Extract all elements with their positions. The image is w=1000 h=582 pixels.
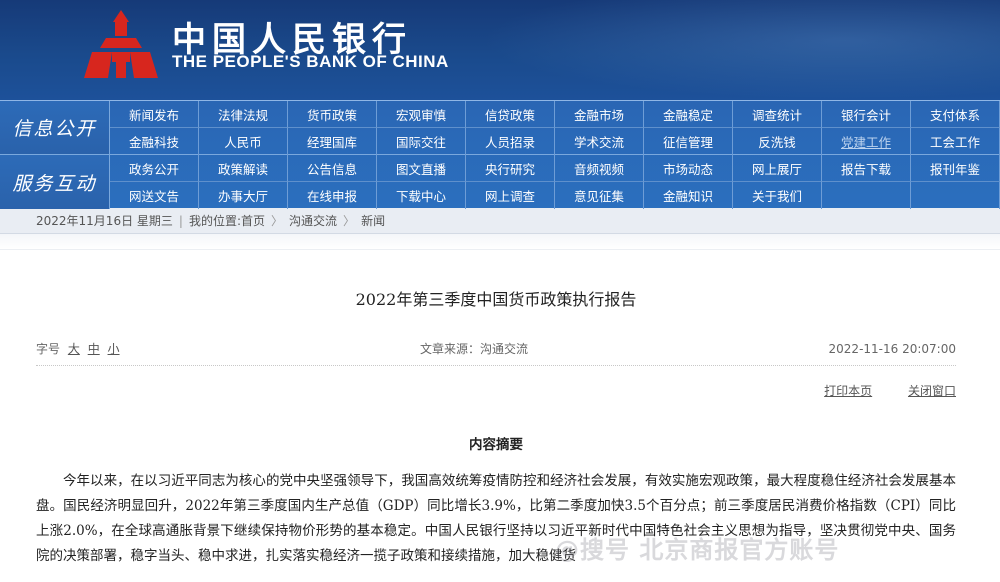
location-label: 我的位置:: [188, 214, 241, 228]
nav-item[interactable]: 国际交往: [377, 128, 466, 155]
font-large-link[interactable]: 大: [68, 342, 80, 356]
nav-item[interactable]: 人员招录: [466, 128, 555, 155]
nav-item[interactable]: 政策解读: [199, 155, 288, 182]
font-medium-link[interactable]: 中: [88, 342, 100, 356]
nav-item[interactable]: 党建工作: [822, 128, 911, 155]
nav-item[interactable]: 调查统计: [733, 101, 822, 128]
article-title: 2022年第三季度中国货币政策执行报告: [355, 290, 637, 309]
nav-item[interactable]: 工会工作: [911, 128, 1000, 155]
nav-item[interactable]: 金融科技: [110, 128, 199, 155]
chevron-right-icon: 〉: [271, 214, 284, 228]
breadcrumb-level2[interactable]: 新闻: [361, 212, 385, 229]
breadcrumb-level1[interactable]: 沟通交流: [289, 212, 337, 229]
nav-item[interactable]: 金融市场: [555, 101, 644, 128]
article-source: 文章来源：沟通交流: [420, 342, 529, 356]
nav-item[interactable]: 新闻发布: [110, 101, 199, 128]
main-nav: 信息公开 新闻发布 法律法规 货币政策 宏观审慎 信贷政策 金融市场 金融稳定 调查统计 银行会…: [0, 100, 1000, 209]
close-window-link[interactable]: 关闭窗口: [908, 384, 956, 398]
nav-item[interactable]: 人民币: [199, 128, 288, 155]
nav-item[interactable]: 学术交流: [555, 128, 644, 155]
article: 2022年第三季度中国货币政策执行报告 字号 大 中 小 文章来源：沟通交流 2…: [0, 286, 1000, 569]
print-link[interactable]: 打印本页: [824, 384, 872, 398]
nav-item[interactable]: 反洗钱: [733, 128, 822, 155]
nav-item[interactable]: 征信管理: [644, 128, 733, 155]
divider: |: [178, 213, 183, 228]
pboc-logo-icon[interactable]: [82, 8, 160, 80]
font-small-link[interactable]: 小: [108, 342, 120, 356]
divider-band: [0, 234, 1000, 250]
nav-grid: 政务公开 政策解读 公告信息 图文直播 央行研究 音频视频 市场动态 网上展厅 报告下载 报刊年鉴…: [110, 155, 1000, 209]
nav-item[interactable]: 宏观审慎: [377, 101, 466, 128]
nav-item[interactable]: 关于我们: [733, 182, 822, 209]
nav-item[interactable]: 网上调查: [466, 182, 555, 209]
nav-item[interactable]: 市场动态: [644, 155, 733, 182]
nav-item[interactable]: 央行研究: [466, 155, 555, 182]
breadcrumb: 2022年11月16日 星期三 | 我的位置: 首页 〉 沟通交流 〉 新闻: [0, 208, 1000, 234]
chevron-right-icon: 〉: [343, 214, 356, 228]
nav-item[interactable]: 下载中心: [377, 182, 466, 209]
nav-item[interactable]: 在线申报: [288, 182, 377, 209]
nav-item: [911, 182, 1000, 209]
nav-item[interactable]: 支付体系: [911, 101, 1000, 128]
article-paragraph: 今年以来，在以习近平同志为核心的党中央坚强领导下，我国高效统筹疫情防控和经济社会…: [36, 473, 956, 564]
nav-item[interactable]: 经理国库: [288, 128, 377, 155]
nav-group-service: 服务互动 政务公开 政策解读 公告信息 图文直播 央行研究 音频视频 市场动态 网上展厅 报告下…: [0, 155, 1000, 209]
nav-item[interactable]: 报刊年鉴: [911, 155, 1000, 182]
nav-group-info: 信息公开 新闻发布 法律法规 货币政策 宏观审慎 信贷政策 金融市场 金融稳定 调查统计 银行会…: [0, 101, 1000, 155]
nav-item[interactable]: 政务公开: [110, 155, 199, 182]
nav-item[interactable]: 信贷政策: [466, 101, 555, 128]
nav-group-label: 服务互动: [0, 155, 110, 209]
nav-item[interactable]: 音频视频: [555, 155, 644, 182]
nav-item[interactable]: 网送文告: [110, 182, 199, 209]
nav-item[interactable]: 货币政策: [288, 101, 377, 128]
nav-item[interactable]: 法律法规: [199, 101, 288, 128]
breadcrumb-home[interactable]: 首页: [241, 212, 265, 229]
nav-item[interactable]: 报告下载: [822, 155, 911, 182]
nav-item[interactable]: 意见征集: [555, 182, 644, 209]
nav-item[interactable]: 图文直播: [377, 155, 466, 182]
current-date: 2022年11月16日 星期三: [36, 214, 173, 228]
font-size-label: 字号: [36, 342, 61, 356]
nav-item[interactable]: 公告信息: [288, 155, 377, 182]
nav-grid: 新闻发布 法律法规 货币政策 宏观审慎 信贷政策 金融市场 金融稳定 调查统计 银行会计 支付体系…: [110, 101, 1000, 155]
nav-group-label: 信息公开: [0, 101, 110, 154]
nav-item[interactable]: 银行会计: [822, 101, 911, 128]
article-datetime: 2022-11-16 20:07:00: [828, 341, 956, 356]
nav-item: [822, 182, 911, 209]
article-tools: 打印本页 关闭窗口: [36, 382, 956, 399]
nav-item[interactable]: 网上展厅: [733, 155, 822, 182]
site-header: 中国人民银行 THE PEOPLE'S BANK OF CHINA: [0, 0, 1000, 100]
article-meta: 字号 大 中 小 文章来源：沟通交流 2022-11-16 20:07:00: [36, 340, 956, 366]
article-subheading: 内容摘要: [469, 437, 523, 453]
bank-name-en: THE PEOPLE'S BANK OF CHINA: [172, 52, 449, 71]
font-size-control: 字号 大 中 小: [36, 340, 120, 357]
nav-item[interactable]: 金融知识: [644, 182, 733, 209]
nav-item[interactable]: 办事大厅: [199, 182, 288, 209]
nav-item[interactable]: 金融稳定: [644, 101, 733, 128]
